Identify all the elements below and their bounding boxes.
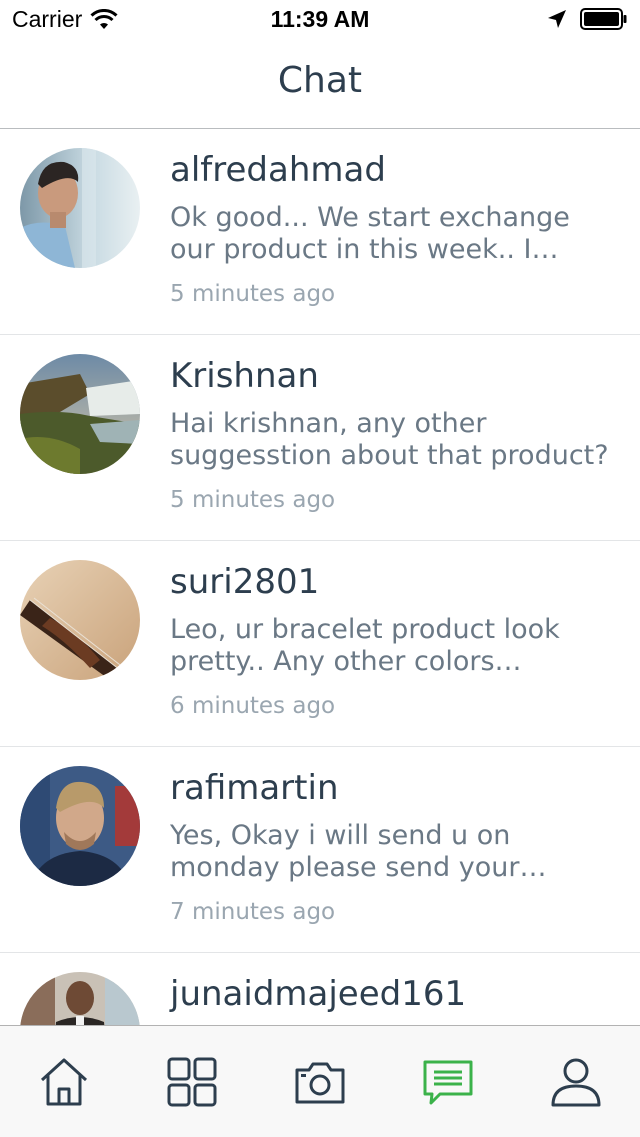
chat-username: Krishnan: [170, 356, 319, 396]
chat-message-preview: Hai krishnan, any other suggesstion abou…: [170, 408, 609, 471]
chat-timestamp: 5 minutes ago: [170, 487, 336, 513]
chat-list-item[interactable]: Krishnan Hai krishnan, any other suggess…: [0, 335, 640, 541]
chat-username: junaidmajeed161: [170, 974, 467, 1014]
chat-timestamp: 7 minutes ago: [170, 899, 336, 925]
chat-username: alfredahmad: [170, 150, 386, 190]
page-title: Chat: [277, 60, 363, 101]
tab-camera[interactable]: [256, 1026, 384, 1137]
tab-browse[interactable]: [128, 1026, 256, 1137]
chat-message-preview: Ok good... We start exchange our product…: [170, 202, 570, 265]
man-in-suit-photo: [20, 972, 140, 1025]
chat-timestamp: 6 minutes ago: [170, 693, 336, 719]
avatar[interactable]: [20, 148, 140, 268]
man-portrait-photo: [20, 766, 140, 886]
waterfall-landscape-photo: [20, 354, 140, 474]
location-arrow-icon: [548, 10, 566, 28]
chat-list[interactable]: alfredahmad Ok good... We start exchange…: [0, 129, 640, 1025]
grid-icon: [167, 1057, 217, 1106]
avatar[interactable]: [20, 560, 140, 680]
chat-message-preview: Yes, Okay i will send u on monday please…: [170, 820, 520, 883]
chat-list-item[interactable]: alfredahmad Ok good... We start exchange…: [0, 129, 640, 335]
status-bar: Carrier 11:39 AM: [0, 0, 640, 40]
status-time: 11:39 AM: [270, 6, 370, 32]
camera-icon: [295, 1062, 345, 1103]
status-right-icons: [546, 8, 628, 30]
violin-photo: [20, 560, 140, 680]
chat-timestamp: 5 minutes ago: [170, 281, 336, 307]
chat-list-item[interactable]: rafimartin Yes, Okay i will send u on mo…: [0, 747, 640, 953]
chat-list-item[interactable]: suri2801 Leo, ur bracelet product look p…: [0, 541, 640, 747]
home-icon: [40, 1058, 88, 1105]
avatar[interactable]: [20, 766, 140, 886]
battery-icon: [580, 8, 627, 30]
tab-bar: [0, 1025, 640, 1137]
chat-message-preview: Leo, ur bracelet product look pretty.. A…: [170, 614, 560, 677]
navigation-bar: Chat: [0, 40, 640, 129]
man-in-blue-shirt-photo: [20, 148, 140, 268]
chat-icon: [423, 1060, 473, 1104]
chat-username: rafimartin: [170, 768, 339, 808]
chat-list-item[interactable]: junaidmajeed161: [0, 953, 640, 1025]
tab-profile[interactable]: [512, 1026, 640, 1137]
profile-icon: [551, 1058, 601, 1106]
avatar[interactable]: [20, 354, 140, 474]
tab-chat[interactable]: [384, 1026, 512, 1137]
avatar[interactable]: [20, 972, 140, 1025]
chat-username: suri2801: [170, 562, 320, 602]
tab-home[interactable]: [0, 1026, 128, 1137]
